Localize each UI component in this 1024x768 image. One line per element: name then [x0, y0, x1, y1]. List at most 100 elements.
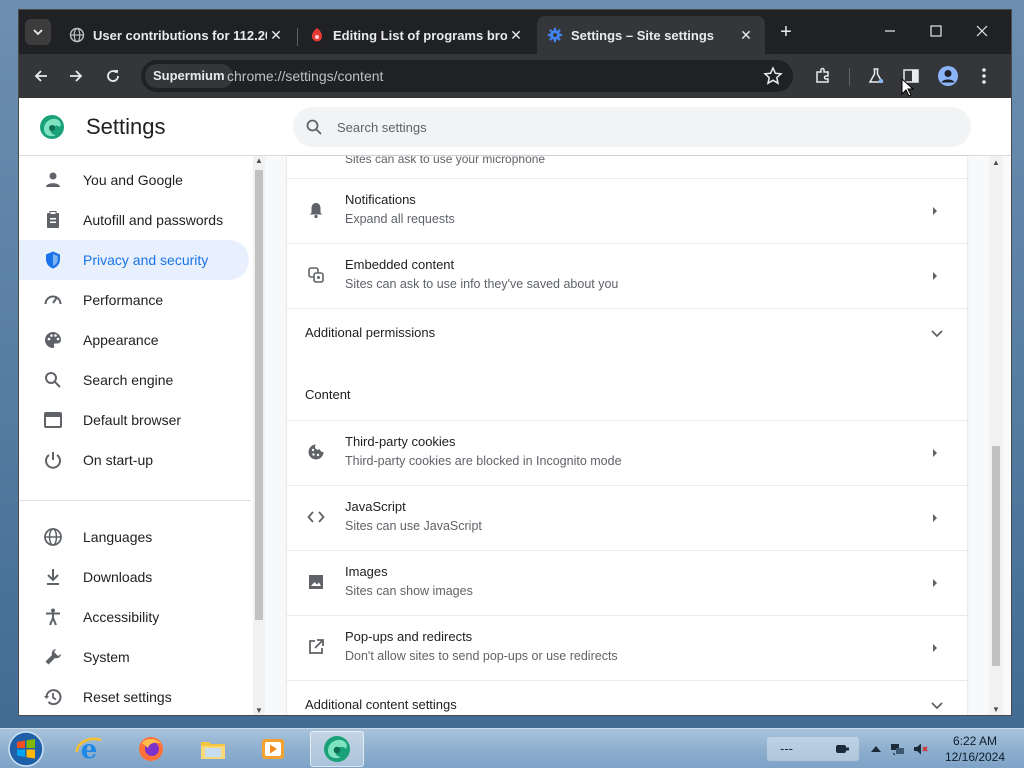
taskbar-internet-explorer[interactable]: e — [62, 731, 116, 767]
system-clock[interactable]: 6:22 AM 12/16/2024 — [940, 733, 1010, 765]
speedometer-icon — [41, 288, 65, 312]
tab-settings[interactable]: Settings – Site settings ✕ — [537, 16, 765, 54]
folder-icon — [201, 742, 225, 759]
sidebar-item-default-browser[interactable]: Default browser — [19, 400, 249, 440]
forward-arrow-icon — [70, 70, 83, 82]
row-title: Images — [345, 564, 388, 579]
tab-user-contributions[interactable]: User contributions for 112.202 ✕ — [59, 16, 295, 54]
tab-strip: User contributions for 112.202 ✕ Editing… — [19, 10, 1011, 54]
sidebar-item-search-engine[interactable]: Search engine — [19, 360, 249, 400]
sidebar-item-label: Autofill and passwords — [83, 212, 224, 228]
back-button[interactable] — [27, 62, 55, 90]
third-party-cookies-row[interactable]: Third-party cookies Third-party cookies … — [287, 420, 967, 484]
sidebar-item-label: Privacy and security — [83, 252, 209, 268]
browser-window: User contributions for 112.202 ✕ Editing… — [18, 9, 1012, 716]
minimize-icon — [885, 30, 895, 32]
sidebar-item-privacy[interactable]: Privacy and security — [19, 240, 249, 280]
embedded-content-icon — [305, 264, 327, 286]
row-subtitle: Sites can use JavaScript — [345, 519, 482, 533]
search-box[interactable] — [293, 107, 971, 147]
scroll-up-arrow-icon[interactable]: ▲ — [990, 158, 1002, 168]
close-tab-icon[interactable]: ✕ — [507, 26, 525, 44]
tab-search-button[interactable] — [25, 19, 51, 45]
taskbar: e --- 6:22 AM 12/16/2024 — [0, 728, 1024, 768]
images-row[interactable]: Images Sites can show images — [287, 550, 967, 614]
address-bar[interactable]: Supermium chrome://settings/content — [141, 60, 793, 92]
shield-icon — [41, 248, 65, 272]
additional-permissions-toggle[interactable]: Additional permissions — [287, 308, 967, 356]
forward-button[interactable] — [62, 62, 90, 90]
power-icon — [41, 448, 65, 472]
scroll-down-arrow-icon[interactable]: ▼ — [990, 705, 1002, 715]
sidebar-item-label: Languages — [83, 529, 153, 545]
tab-editing-list[interactable]: Editing List of programs broad ✕ — [299, 16, 535, 54]
main-scrollbar[interactable]: ▲ ▼ — [989, 156, 1003, 715]
chevron-down-icon — [931, 330, 943, 338]
sidebar-scrollbar[interactable]: ▲ ▼ — [253, 156, 265, 715]
minimize-button[interactable] — [867, 16, 913, 46]
show-hidden-icons-arrow-icon[interactable] — [868, 741, 884, 757]
scrollbar-thumb[interactable] — [992, 446, 1000, 666]
close-tab-icon[interactable]: ✕ — [267, 26, 285, 44]
sidebar-item-on-startup[interactable]: On start-up — [19, 440, 249, 480]
sidebar-item-autofill[interactable]: Autofill and passwords — [19, 200, 249, 240]
gear-icon — [547, 27, 563, 43]
extensions-icon[interactable] — [811, 64, 835, 88]
new-tab-button[interactable]: + — [775, 22, 797, 44]
reload-button[interactable] — [99, 62, 127, 90]
site-chip[interactable]: Supermium — [145, 64, 233, 88]
sidebar-item-you-and-google[interactable]: You and Google — [19, 160, 249, 200]
embedded-content-row[interactable]: Embedded content Sites can ask to use in… — [287, 243, 967, 307]
notifications-row[interactable]: Notifications Expand all requests — [287, 178, 967, 242]
taskbar-firefox[interactable] — [124, 731, 178, 767]
arrow-right-icon — [927, 510, 943, 526]
clock-date: 12/16/2024 — [944, 750, 1006, 764]
sidebar-item-label: Default browser — [83, 412, 182, 428]
scroll-down-arrow-icon[interactable]: ▼ — [253, 706, 265, 715]
sidebar-item-label: Search engine — [83, 372, 174, 388]
maximize-icon — [930, 25, 942, 37]
bookmark-star-icon[interactable] — [763, 66, 783, 86]
additional-content-settings-toggle[interactable]: Additional content settings — [287, 680, 967, 715]
sidebar-item-label: Reset settings — [83, 689, 172, 705]
firefox-icon — [139, 737, 163, 761]
popups-redirects-row[interactable]: Pop-ups and redirects Don't allow sites … — [287, 615, 967, 679]
supermium-logo-icon — [324, 736, 350, 762]
globe-icon — [41, 525, 65, 549]
sidebar-item-label: Appearance — [83, 332, 159, 348]
search-input[interactable] — [337, 107, 937, 147]
network-icon[interactable] — [890, 741, 906, 757]
row-title: Third-party cookies — [345, 434, 456, 449]
more-menu-icon[interactable] — [972, 64, 996, 88]
taskbar-file-explorer[interactable] — [186, 731, 240, 767]
sidebar-item-performance[interactable]: Performance — [19, 280, 249, 320]
power-plug-icon[interactable] — [834, 741, 850, 757]
start-button[interactable] — [6, 730, 46, 768]
javascript-row[interactable]: JavaScript Sites can use JavaScript — [287, 485, 967, 549]
url-text[interactable]: chrome://settings/content — [227, 60, 383, 92]
scroll-up-arrow-icon[interactable]: ▲ — [253, 156, 265, 166]
taskbar-supermium[interactable] — [310, 731, 364, 767]
profile-avatar-icon[interactable] — [936, 64, 960, 88]
close-tab-icon[interactable]: ✕ — [737, 26, 755, 44]
arrow-right-icon — [927, 640, 943, 656]
image-icon — [305, 571, 327, 593]
volume-muted-icon[interactable] — [912, 741, 928, 757]
row-title: JavaScript — [345, 499, 406, 514]
sidebar-item-downloads[interactable]: Downloads — [19, 557, 249, 597]
download-icon — [41, 565, 65, 589]
close-window-button[interactable] — [959, 16, 1005, 46]
search-icon — [306, 119, 322, 135]
history-icon — [41, 685, 65, 709]
sidebar-item-reset-settings[interactable]: Reset settings — [19, 677, 249, 715]
sidebar-item-accessibility[interactable]: Accessibility — [19, 597, 249, 637]
sidebar-item-languages[interactable]: Languages — [19, 517, 249, 557]
sidebar-item-appearance[interactable]: Appearance — [19, 320, 249, 360]
scrollbar-thumb[interactable] — [255, 170, 263, 620]
browser-toolbar: Supermium chrome://settings/content — [19, 54, 1011, 98]
labs-flask-icon[interactable] — [864, 64, 888, 88]
sidebar-item-system[interactable]: System — [19, 637, 249, 677]
maximize-button[interactable] — [913, 16, 959, 46]
chevron-down-icon — [33, 29, 43, 36]
taskbar-media-player[interactable] — [246, 731, 300, 767]
